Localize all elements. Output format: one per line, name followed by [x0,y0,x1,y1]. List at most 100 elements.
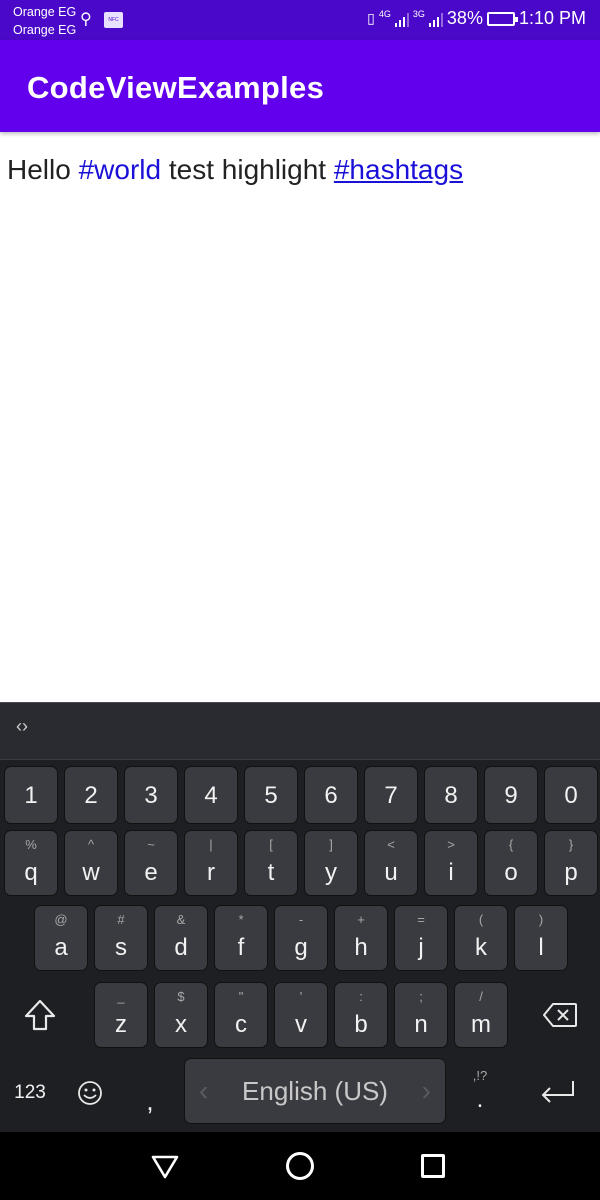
key[interactable]: 0 [544,766,598,824]
battery-percent: 38% [446,8,483,28]
signal-icon-2 [428,11,443,27]
key-label: f [237,934,245,961]
enter-key[interactable] [520,1060,595,1126]
nfc-icon: NFC [104,12,123,28]
key[interactable]: 3 [124,766,178,824]
keyboard-toolbar: ‹› [0,702,600,760]
status-indicators: ▯ 4G 3G 38% 1:10 PM [367,8,586,29]
key-secondary-label: > [447,837,455,852]
key[interactable]: / m [454,982,508,1048]
key[interactable]: + h [334,905,388,971]
key[interactable]: | r [184,830,238,896]
key-label: 0 [564,782,578,809]
back-triangle-icon[interactable] [150,1154,180,1180]
key[interactable]: @ a [34,905,88,971]
code-view-text[interactable]: Hello #world test highlight #hashtags [7,154,463,186]
key-secondary-label: @ [54,912,68,927]
key[interactable]: 8 [424,766,478,824]
key[interactable]: " c [214,982,268,1048]
key-label: 4 [204,782,218,809]
key-label: g [294,934,308,961]
key[interactable]: $ x [154,982,208,1048]
comma-label: , [146,1086,154,1116]
key-label: b [354,1011,368,1038]
symbols-key[interactable]: 123 [0,1060,60,1126]
key[interactable]: (k [454,905,508,971]
key-label: m [471,1011,491,1038]
key-label: t [267,859,275,886]
key[interactable]: -g [274,905,328,971]
carrier-names: Orange EG Orange EG [13,3,76,39]
hashtag-link[interactable]: #hashtags [334,154,463,185]
key[interactable]: _ z [94,982,148,1048]
enter-icon [541,1081,574,1103]
key[interactable]: * f [214,905,268,971]
status-bar: Orange EG Orange EG ⚲ NFC ▯ 4G 3G 38% 1:… [0,0,600,40]
key-label: a [54,934,68,961]
emoji-key[interactable] [62,1060,118,1126]
key-label: y [325,859,337,886]
key-label: d [174,934,188,961]
key-label: l [538,934,544,961]
expand-toggle-icon[interactable]: ‹› [16,717,28,735]
key-label: q [24,859,38,886]
space-bar[interactable]: ‹ English (US) › [184,1058,446,1124]
key-secondary-label: ; [419,989,423,1004]
key[interactable]: [t [244,830,298,896]
key[interactable]: 4 [184,766,238,824]
backspace-key[interactable] [525,982,595,1048]
key-secondary-label: [ [269,837,273,852]
key[interactable]: 5 [244,766,298,824]
key[interactable]: 9 [484,766,538,824]
key-label: c [235,1011,247,1038]
key-secondary-label: } [568,837,574,852]
key[interactable]: & d [154,905,208,971]
key[interactable]: ' v [274,982,328,1048]
key[interactable]: # s [94,905,148,971]
key[interactable]: 1 [4,766,58,824]
backspace-icon [543,1003,577,1027]
key-secondary-label: $ [177,989,185,1004]
key-secondary-label: _ [117,989,125,1004]
period-key[interactable]: ,!? . [452,1060,508,1126]
carrier-2: Orange EG [13,23,77,37]
key[interactable]: ) l [514,905,568,971]
key-label: 5 [264,782,278,809]
comma-key[interactable]: , [122,1060,178,1126]
key[interactable]: ~ e [124,830,178,896]
key[interactable]: ; n [394,982,448,1048]
key-secondary-label: { [508,837,514,852]
key-secondary-label: / [479,989,483,1004]
hashtag-world: #world [78,154,162,185]
key[interactable]: % q [4,830,58,896]
home-circle-icon[interactable] [286,1152,314,1180]
key-label: 8 [444,782,458,809]
key[interactable]: } p [544,830,598,896]
key-secondary-label: ) [538,912,544,927]
usb-icon: ⚲ [80,11,92,28]
key-secondary-label: * [238,912,244,927]
key[interactable]: :b [334,982,388,1048]
key[interactable]: {o [484,830,538,896]
network-type-1: 4G [378,9,391,19]
key[interactable]: > i [424,830,478,896]
shift-key[interactable] [5,982,75,1048]
chevron-left-icon: ‹ [199,1075,209,1106]
key[interactable]: 6 [304,766,358,824]
key-label: e [144,859,158,886]
space-bar-language: English (US) [242,1076,388,1106]
key-label: o [504,859,518,886]
key-label: 2 [84,782,98,809]
key[interactable]: ^ w [64,830,118,896]
key[interactable]: 2 [64,766,118,824]
key-secondary-label: ^ [87,837,95,852]
key-label: 6 [324,782,338,809]
recents-square-icon[interactable] [421,1154,445,1178]
key[interactable]: < u [364,830,418,896]
period-sub-label: ,!? [472,1068,488,1083]
key[interactable]: 7 [364,766,418,824]
key[interactable]: = j [394,905,448,971]
key[interactable]: ] y [304,830,358,896]
navigation-bar [0,1132,600,1200]
period-label: . [476,1086,484,1113]
